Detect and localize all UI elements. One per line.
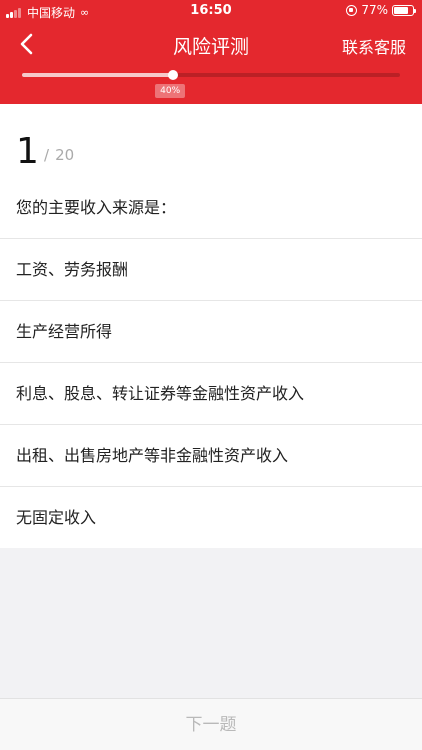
progress-bar — [22, 70, 400, 80]
option-item[interactable]: 无固定收入 — [0, 486, 422, 548]
orientation-lock-icon — [346, 4, 358, 16]
footer: 下一题 — [0, 698, 422, 750]
status-bar: 中国移动 ∞ 16:50 77% — [0, 0, 422, 22]
battery-percent: 77% — [361, 3, 388, 17]
option-item[interactable]: 工资、劳务报酬 — [0, 238, 422, 300]
option-item[interactable]: 出租、出售房地产等非金融性资产收入 — [0, 424, 422, 486]
option-item[interactable]: 利息、股息、转让证券等金融性资产收入 — [0, 362, 422, 424]
question-card: 1 / 20 您的主要收入来源是： 工资、劳务报酬 生产经营所得 利息、股息、转让… — [0, 104, 422, 548]
options-list: 工资、劳务报酬 生产经营所得 利息、股息、转让证券等金融性资产收入 出租、出售房… — [0, 238, 422, 548]
battery-icon — [392, 4, 416, 16]
contact-service-button[interactable]: 联系客服 — [342, 34, 406, 58]
question-separator: / — [44, 146, 50, 164]
option-item[interactable]: 生产经营所得 — [0, 300, 422, 362]
nav-bar: 风险评测 联系客服 — [0, 26, 422, 62]
question-text: 您的主要收入来源是： — [16, 198, 177, 217]
header: 中国移动 ∞ 16:50 77% 风险评测 联系客服 40% — [0, 0, 422, 104]
question-number: 1 — [16, 131, 39, 172]
next-question-button[interactable]: 下一题 — [0, 699, 422, 750]
progress-badge: 40% — [155, 84, 186, 98]
progress-knob — [168, 70, 179, 80]
question-total: / 20 — [44, 146, 74, 164]
question-total-count: 20 — [55, 146, 75, 164]
screen: 中国移动 ∞ 16:50 77% 风险评测 联系客服 40% 1 / 20 您的… — [0, 0, 422, 750]
status-right: 77% — [346, 3, 416, 17]
progress-fill — [22, 73, 174, 77]
